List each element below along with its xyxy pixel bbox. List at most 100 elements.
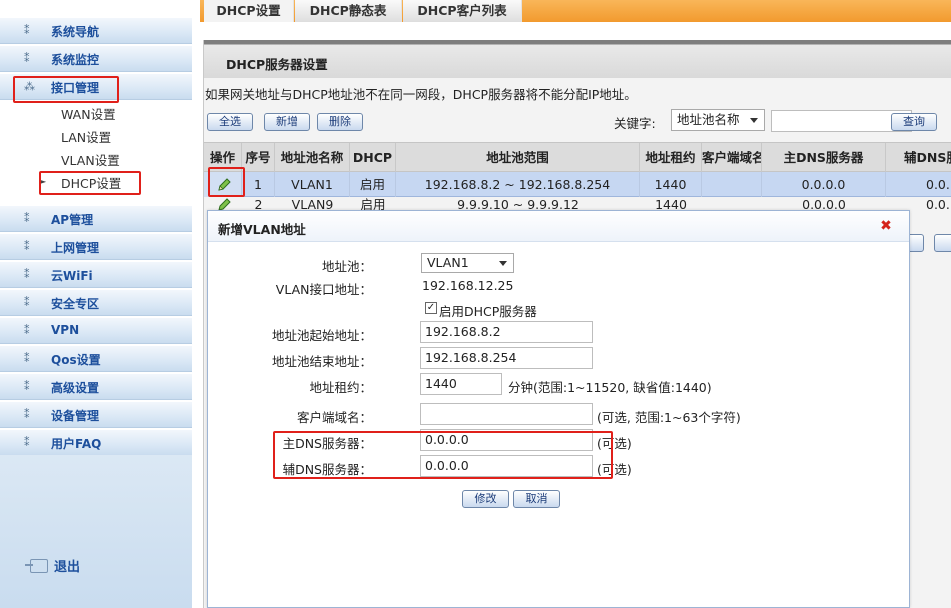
primary-dns-input[interactable]: 0.0.0.0: [420, 429, 593, 451]
menu-item-interface-mgmt[interactable]: ⁂ 接口管理: [0, 74, 192, 100]
keyword-label: 关键字:: [614, 116, 656, 131]
col-action: 操作: [204, 143, 242, 173]
logout-icon: [25, 558, 48, 573]
cell-secondary-dns: 0.0.: [926, 177, 950, 192]
dialog-title: 新增VLAN地址: [208, 211, 909, 242]
sidebar-background: [0, 455, 192, 608]
cell-index: 2: [254, 198, 263, 210]
table-row[interactable]: 2 VLAN9 启用 9.9.9.10 ~ 9.9.9.12 1440 0.0.…: [204, 198, 951, 210]
menu-item-user-faq[interactable]: ⁑ 用户FAQ: [0, 430, 192, 456]
sidebar: ⁑ 系统导航 ⁑ 系统监控 ⁂ 接口管理 WAN设置 LAN设置 VLAN设置 …: [0, 0, 192, 608]
col-primary-dns: 主DNS服务器: [762, 143, 886, 173]
col-pool-range: 地址池范围: [396, 143, 640, 173]
col-client-domain: 客户端域名: [702, 143, 762, 173]
menu-item-vpn[interactable]: ⁑ VPN: [0, 318, 192, 344]
pool-select[interactable]: VLAN1: [421, 253, 514, 273]
add-button[interactable]: 新增: [264, 113, 310, 131]
cell-secondary-dns: 0.0.: [926, 198, 950, 210]
menu-item-internet-mgmt[interactable]: ⁑ 上网管理: [0, 234, 192, 260]
notice-text: 如果网关地址与DHCP地址池不在同一网段，DHCP服务器将不能分配IP地址。: [205, 87, 637, 102]
domain-label: 客户端域名：: [296, 410, 372, 425]
tree-node-icon: ⁑: [24, 212, 30, 225]
edit-pencil-icon[interactable]: [216, 198, 232, 210]
edit-cell[interactable]: [204, 172, 242, 197]
menu-label: 系统导航: [51, 25, 100, 39]
cell-primary-dns: 0.0.0.0: [762, 172, 886, 197]
tree-node-icon: ⁑: [24, 52, 30, 65]
delete-button[interactable]: 删除: [317, 113, 363, 131]
table-row[interactable]: 1 VLAN1 启用 192.168.8.2 ~ 192.168.8.254 1…: [204, 172, 951, 197]
lease-hint: 分钟(范围:1~11520, 缺省值:1440): [508, 380, 712, 395]
cell-primary-dns: 0.0.0.0: [802, 198, 846, 210]
chevron-down-icon: [750, 118, 758, 123]
tree-node-icon: ⁑: [24, 324, 30, 337]
tab-dhcp-settings[interactable]: DHCP设置: [204, 0, 294, 22]
end-label: 地址池结束地址：: [271, 354, 372, 369]
menu-label: 高级设置: [51, 381, 100, 395]
pool-select-value: VLAN1: [427, 255, 469, 270]
cell-lease: 1440: [640, 172, 702, 197]
col-secondary-dns: 辅DNS服: [904, 150, 951, 165]
domain-input[interactable]: [420, 403, 593, 425]
table-header: 操作 序号 地址池名称 DHCP 地址池范围 地址租约 客户端域名 主DNS服务…: [204, 142, 951, 173]
tab-bar: DHCP设置 DHCP静态表 DHCP客户列表: [200, 0, 951, 22]
keyword-select-value: 地址池名称: [677, 112, 740, 127]
tab-dhcp-clients[interactable]: DHCP客户列表: [403, 0, 522, 22]
close-icon[interactable]: ✖: [879, 219, 893, 233]
cell-dhcp: 启用: [350, 172, 396, 197]
keyword-select[interactable]: 地址池名称: [671, 109, 765, 131]
submenu-dhcp[interactable]: DHCP设置: [61, 173, 121, 191]
tree-node-icon: ⁑: [24, 436, 30, 449]
edit-cell[interactable]: [204, 198, 242, 210]
menu-item-security-zone[interactable]: ⁑ 安全专区: [0, 290, 192, 316]
menu-item-ap-mgmt[interactable]: ⁑ AP管理: [0, 206, 192, 232]
vlan-ip-label: VLAN接口地址：: [275, 282, 372, 297]
logout-label: 退出: [54, 560, 81, 575]
current-arrow-icon: ►: [40, 177, 47, 186]
menu-label: 接口管理: [51, 81, 100, 95]
menu-label: 上网管理: [51, 241, 100, 255]
cell-pool-range: 9.9.9.10 ~ 9.9.9.12: [457, 198, 579, 210]
menu-item-cloud-wifi[interactable]: ⁑ 云WiFi: [0, 262, 192, 288]
logout-button[interactable]: 退出: [25, 556, 81, 575]
start-ip-input[interactable]: 192.168.8.2: [420, 321, 593, 343]
search-button[interactable]: 查询: [891, 113, 937, 131]
chevron-down-icon: [499, 261, 507, 266]
select-all-button[interactable]: 全选: [207, 113, 253, 131]
tree-node-icon: ⁑: [24, 380, 30, 393]
menu-item-system-nav[interactable]: ⁑ 系统导航: [0, 18, 192, 44]
submenu-wan[interactable]: WAN设置: [61, 104, 116, 122]
edit-pencil-icon[interactable]: [216, 177, 232, 193]
cell-dhcp: 启用: [360, 198, 386, 210]
secondary-dns-input[interactable]: 0.0.0.0: [420, 455, 593, 477]
tree-node-icon: ⁑: [24, 408, 30, 421]
submenu-lan[interactable]: LAN设置: [61, 127, 111, 145]
cancel-button[interactable]: 取消: [513, 490, 560, 508]
tab-spacer: [200, 22, 951, 40]
tree-node-icon: ⁑: [24, 296, 30, 309]
menu-item-system-monitor[interactable]: ⁑ 系统监控: [0, 46, 192, 72]
tree-node-icon: ⁑: [24, 352, 30, 365]
dns1-label: 主DNS服务器：: [282, 436, 372, 451]
menu-item-device-mgmt[interactable]: ⁑ 设备管理: [0, 402, 192, 428]
pager-button[interactable]: [934, 234, 951, 252]
menu-item-qos[interactable]: ⁑ Qos设置: [0, 346, 192, 372]
dns2-hint: (可选): [597, 462, 632, 477]
cell-index: 1: [242, 172, 275, 197]
menu-label: Qos设置: [51, 353, 101, 367]
modify-button[interactable]: 修改: [462, 490, 509, 508]
tree-node-icon: ⁑: [24, 240, 30, 253]
submenu-vlan[interactable]: VLAN设置: [61, 150, 120, 168]
pool-label: 地址池：: [321, 259, 372, 274]
cell-lease: 1440: [655, 198, 687, 210]
cell-pool-name: VLAN1: [275, 172, 350, 197]
col-pool-name: 地址池名称: [275, 143, 350, 173]
panel-title: DHCP服务器设置: [204, 40, 951, 78]
lease-input[interactable]: 1440: [420, 373, 502, 395]
end-ip-input[interactable]: 192.168.8.254: [420, 347, 593, 369]
tab-dhcp-static[interactable]: DHCP静态表: [295, 0, 402, 22]
lease-label: 地址租约：: [309, 380, 372, 395]
tree-node-icon: ⁑: [24, 24, 30, 37]
menu-item-advanced[interactable]: ⁑ 高级设置: [0, 374, 192, 400]
enable-dhcp-checkbox[interactable]: ✓: [425, 302, 437, 314]
